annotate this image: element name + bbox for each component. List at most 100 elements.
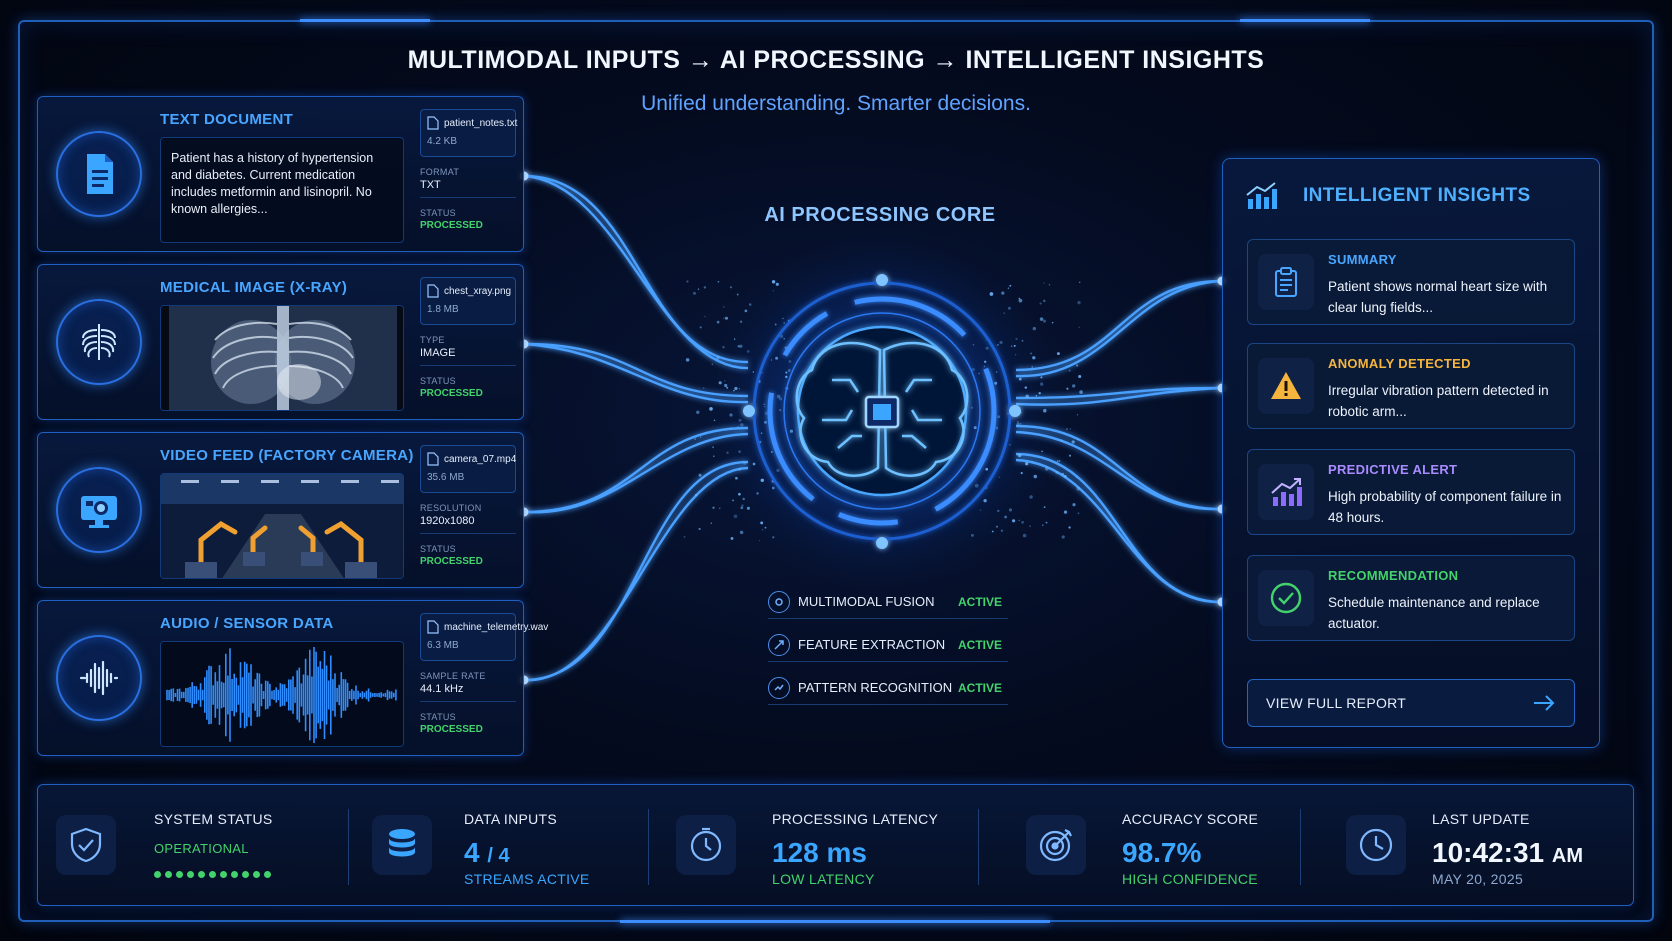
insight-label: ANOMALY DETECTED bbox=[1328, 356, 1471, 371]
data-particle bbox=[738, 468, 741, 471]
file-chip[interactable]: camera_07.mp4 35.6 MB bbox=[420, 445, 516, 493]
ribcage-icon bbox=[56, 299, 142, 385]
file-name: camera_07.mp4 bbox=[444, 453, 517, 465]
data-particle bbox=[1065, 428, 1068, 431]
data-particle bbox=[1068, 454, 1072, 457]
input-card-video[interactable]: VIDEO FEED (FACTORY CAMERA) camera_07.mp… bbox=[37, 432, 524, 588]
data-particle bbox=[732, 499, 734, 502]
status-key: STATUS bbox=[420, 544, 456, 554]
data-particle bbox=[693, 291, 696, 295]
data-particle bbox=[760, 432, 763, 434]
data-particle bbox=[1072, 503, 1076, 507]
data-particle bbox=[1051, 321, 1054, 324]
data-particle bbox=[1078, 281, 1081, 284]
input-card-xray[interactable]: MEDICAL IMAGE (X-RAY) chest_xray.png 1.8… bbox=[37, 264, 524, 420]
data-particle bbox=[995, 525, 999, 528]
data-particle bbox=[1019, 377, 1022, 381]
input-card-text[interactable]: TEXT DOCUMENT Patient has a history of h… bbox=[37, 96, 524, 252]
file-chip[interactable]: patient_notes.txt 4.2 KB bbox=[420, 109, 517, 157]
data-particle bbox=[1063, 510, 1068, 514]
data-particle bbox=[1045, 467, 1049, 471]
status-value: ACTIVE bbox=[958, 637, 1003, 652]
stat-accuracy: ACCURACY SCORE 98.7% HIGH CONFIDENCE bbox=[1026, 785, 1306, 907]
status-label: PATTERN RECOGNITION bbox=[798, 680, 953, 695]
data-particle bbox=[733, 389, 735, 392]
file-name: chest_xray.png bbox=[444, 285, 512, 297]
data-particle bbox=[694, 438, 696, 440]
data-particle bbox=[1043, 282, 1045, 284]
data-particle bbox=[998, 476, 1000, 478]
data-particle bbox=[1018, 298, 1023, 303]
data-particle bbox=[1018, 519, 1021, 522]
data-particle bbox=[738, 450, 741, 453]
divider bbox=[1300, 809, 1301, 885]
data-particle bbox=[771, 486, 775, 490]
data-particle bbox=[718, 507, 721, 510]
data-particle bbox=[756, 492, 759, 495]
xray-image bbox=[160, 305, 404, 411]
data-particle bbox=[712, 446, 715, 449]
file-size: 1.8 MB bbox=[427, 304, 459, 315]
status-value: ACTIVE bbox=[958, 594, 1003, 609]
input-card-audio[interactable]: AUDIO / SENSOR DATA machine_telemetry.wa… bbox=[37, 600, 548, 756]
data-particle bbox=[703, 286, 707, 289]
arrow-right-icon bbox=[1534, 695, 1555, 711]
data-particle bbox=[772, 536, 775, 539]
file-meta: chest_xray.png 1.8 MB TYPE IMAGE STATUS … bbox=[420, 277, 516, 413]
data-particle bbox=[1072, 384, 1076, 388]
file-icon bbox=[427, 452, 439, 466]
data-particle bbox=[683, 535, 686, 538]
data-particle bbox=[984, 360, 987, 363]
stat-data-inputs: DATA INPUTS 4 / 4 STREAMS ACTIVE bbox=[372, 785, 652, 907]
status-key: STATUS bbox=[420, 376, 456, 386]
data-particle bbox=[738, 388, 741, 390]
insight-summary[interactable]: SUMMARY Patient shows normal heart size … bbox=[1247, 239, 1575, 325]
meta-value: TXT bbox=[420, 179, 441, 191]
status-badge: PROCESSED bbox=[420, 556, 483, 567]
file-chip[interactable]: machine_telemetry.wav 6.3 MB bbox=[420, 613, 548, 661]
stat-sub: MAY 20, 2025 bbox=[1432, 871, 1524, 887]
status-badge: PROCESSED bbox=[420, 220, 483, 231]
data-particle bbox=[716, 356, 720, 360]
status-badge: PROCESSED bbox=[420, 724, 483, 735]
status-dot bbox=[231, 871, 238, 878]
insight-text: High probability of component failure in… bbox=[1328, 489, 1562, 525]
data-particle bbox=[971, 367, 975, 372]
insight-predictive[interactable]: PREDICTIVE ALERT High probability of com… bbox=[1247, 449, 1575, 535]
data-particle bbox=[699, 436, 702, 438]
stat-label: ACCURACY SCORE bbox=[1122, 811, 1259, 827]
insight-anomaly[interactable]: ANOMALY DETECTED Irregular vibration pat… bbox=[1247, 343, 1575, 429]
data-particle bbox=[723, 306, 725, 308]
data-particle bbox=[1018, 297, 1021, 300]
file-chip[interactable]: chest_xray.png 1.8 MB bbox=[420, 277, 516, 325]
stat-value: 10:42:31 AM bbox=[1432, 837, 1583, 869]
view-full-report-button[interactable]: VIEW FULL REPORT bbox=[1247, 679, 1575, 727]
meta-value: IMAGE bbox=[420, 347, 456, 359]
status-label: MULTIMODAL FUSION bbox=[798, 594, 935, 609]
data-particle bbox=[1020, 472, 1023, 475]
status-row-recognition: PATTERN RECOGNITION ACTIVE bbox=[768, 671, 1008, 705]
meta-key: TYPE bbox=[420, 335, 445, 345]
file-meta: machine_telemetry.wav 6.3 MB SAMPLE RATE… bbox=[420, 613, 548, 749]
meta-key: RESOLUTION bbox=[420, 503, 482, 513]
status-dot bbox=[209, 871, 216, 878]
data-particle bbox=[752, 462, 756, 466]
data-particle bbox=[785, 375, 788, 379]
recognition-icon bbox=[768, 676, 790, 699]
insight-label: SUMMARY bbox=[1328, 252, 1397, 267]
data-particle bbox=[1007, 306, 1011, 310]
database-icon bbox=[372, 815, 432, 875]
data-particle bbox=[725, 316, 728, 320]
data-particle bbox=[1061, 472, 1065, 476]
file-meta: camera_07.mp4 35.6 MB RESOLUTION 1920x10… bbox=[420, 445, 516, 581]
insight-recommendation[interactable]: RECOMMENDATION Schedule maintenance and … bbox=[1247, 555, 1575, 641]
data-particle bbox=[1043, 319, 1046, 323]
data-particle bbox=[1069, 428, 1072, 430]
data-particle bbox=[734, 386, 738, 391]
data-particle bbox=[723, 317, 725, 319]
data-particle bbox=[1032, 326, 1036, 331]
data-particle bbox=[995, 426, 999, 430]
data-particle bbox=[729, 286, 733, 289]
data-particle bbox=[696, 410, 700, 414]
data-particle bbox=[1016, 420, 1019, 423]
